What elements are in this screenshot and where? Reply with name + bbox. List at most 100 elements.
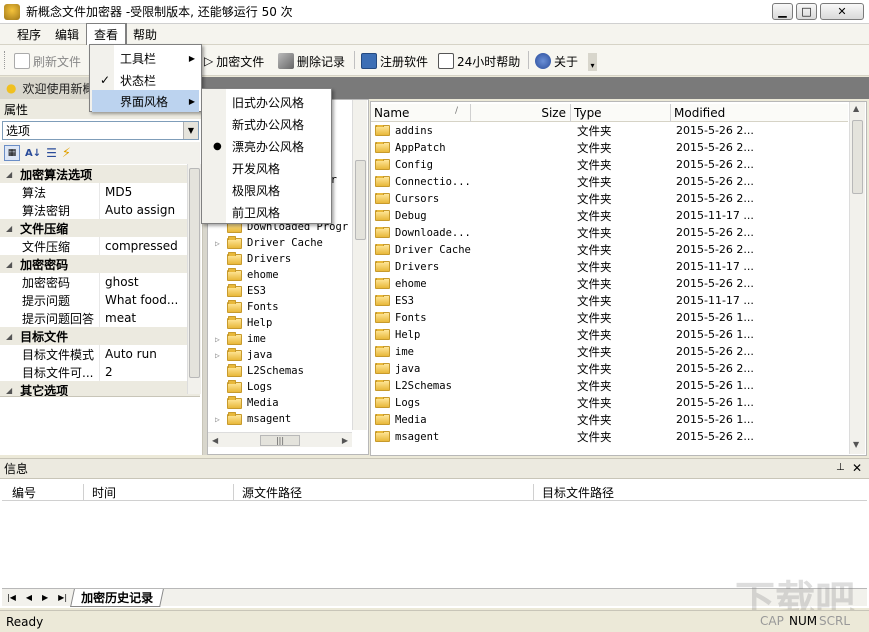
style-item-pretty-office[interactable]: ● 漂亮办公风格 <box>204 135 329 157</box>
scroll-left-icon[interactable]: ◀ <box>212 436 218 445</box>
file-row[interactable]: ES3 文件夹 2015-11-17 ... <box>372 292 850 309</box>
maximize-button[interactable]: □ <box>796 3 817 20</box>
first-page-icon[interactable]: |◀ <box>7 593 16 602</box>
expand-icon[interactable]: ▷ <box>215 239 227 248</box>
info-col-target-path[interactable]: 目标文件路径 <box>534 484 865 500</box>
tree-item[interactable]: ES3 <box>215 283 266 299</box>
property-value[interactable]: ghost <box>100 273 139 291</box>
file-row[interactable]: ehome 文件夹 2015-5-26 2... <box>372 275 850 292</box>
tree-vscrollbar[interactable] <box>352 100 367 430</box>
menu-program[interactable]: 程序 <box>10 24 48 45</box>
tree-item[interactable]: Drivers <box>215 251 291 267</box>
style-item-old-office[interactable]: 旧式办公风格 <box>204 91 329 113</box>
property-value[interactable]: meat <box>100 309 136 327</box>
file-row[interactable]: Downloade... 文件夹 2015-5-26 2... <box>372 224 850 241</box>
file-row[interactable]: Config 文件夹 2015-5-26 2... <box>372 156 850 173</box>
file-row[interactable]: Drivers 文件夹 2015-11-17 ... <box>372 258 850 275</box>
collapse-icon[interactable]: ◢ <box>6 170 12 179</box>
file-row[interactable]: addins 文件夹 2015-5-26 2... <box>372 122 850 139</box>
tree-item[interactable]: Fonts <box>215 299 279 315</box>
register-button[interactable]: 注册软件 <box>361 51 428 71</box>
next-page-icon[interactable]: ▶ <box>42 593 48 602</box>
pin-icon[interactable]: ⊥ <box>836 462 845 473</box>
property-row[interactable]: 算法密钥 Auto assign <box>0 201 200 219</box>
tree-item[interactable]: ▷ msagent <box>215 411 291 427</box>
minimize-button[interactable]: ▁ <box>772 3 793 20</box>
file-row[interactable]: Fonts 文件夹 2015-5-26 1... <box>372 309 850 326</box>
property-row[interactable]: 目标文件模式 Auto run <box>0 345 200 363</box>
tree-item[interactable]: ▷ ime <box>215 331 266 347</box>
property-value[interactable]: MD5 <box>100 183 132 201</box>
delete-record-button[interactable]: 删除记录 <box>278 51 345 71</box>
tree-item[interactable]: Media <box>215 395 279 411</box>
tree-item[interactable]: L2Schemas <box>215 363 304 379</box>
file-row[interactable]: Cursors 文件夹 2015-5-26 2... <box>372 190 850 207</box>
last-page-icon[interactable]: ▶| <box>58 593 67 602</box>
scroll-up-icon[interactable]: ▲ <box>853 104 859 113</box>
menu-item-statusbar[interactable]: ✓ 状态栏 <box>92 69 199 91</box>
style-item-extreme[interactable]: 极限风格 <box>204 179 329 201</box>
chevron-down-icon[interactable]: ▼ <box>183 122 198 139</box>
scroll-right-icon[interactable]: ▶ <box>342 436 348 445</box>
tab-welcome[interactable]: ● 欢迎使用新概 <box>0 77 101 99</box>
collapse-icon[interactable]: ◢ <box>6 386 12 395</box>
file-row[interactable]: Logs 文件夹 2015-5-26 1... <box>372 394 850 411</box>
menu-item-ui-style[interactable]: 界面风格 ▶ <box>92 90 199 112</box>
categorized-icon[interactable]: ▦ <box>4 145 20 161</box>
sort-az-icon[interactable]: A↓ <box>25 148 41 159</box>
file-list-scrollbar[interactable]: ▲ ▼ <box>849 102 865 454</box>
menu-item-toolbar[interactable]: 工具栏 ▶ <box>92 47 199 69</box>
close-icon[interactable]: ✕ <box>852 461 862 475</box>
scroll-down-icon[interactable]: ▼ <box>853 440 859 449</box>
file-row[interactable]: Driver Cache 文件夹 2015-5-26 2... <box>372 241 850 258</box>
property-category[interactable]: ◢ 加密算法选项 <box>0 165 200 183</box>
scroll-thumb-grip-icon[interactable]: ||| <box>260 434 300 446</box>
property-value[interactable]: What food... <box>100 291 178 309</box>
property-value[interactable]: compressed <box>100 237 178 255</box>
file-row[interactable]: AppPatch 文件夹 2015-5-26 2... <box>372 139 850 156</box>
list-icon[interactable]: ☰ <box>46 146 57 160</box>
file-row[interactable]: Help 文件夹 2015-5-26 1... <box>372 326 850 343</box>
style-item-new-office[interactable]: 新式办公风格 <box>204 113 329 135</box>
tab-encryption-history[interactable]: 加密历史记录 <box>70 588 164 607</box>
style-item-developer[interactable]: 开发风格 <box>204 157 329 179</box>
tree-item[interactable]: Logs <box>215 379 272 395</box>
toolbar-overflow-icon[interactable]: ▾ <box>588 53 597 71</box>
properties-scrollbar[interactable] <box>187 164 201 394</box>
help24-button[interactable]: 24小时帮助 <box>438 51 520 71</box>
file-row[interactable]: L2Schemas 文件夹 2015-5-26 1... <box>372 377 850 394</box>
file-row[interactable]: ime 文件夹 2015-5-26 2... <box>372 343 850 360</box>
properties-scroll-thumb[interactable] <box>189 168 200 378</box>
property-row[interactable]: 目标文件可... 2 <box>0 363 200 381</box>
properties-selector[interactable]: 选项 ▼ <box>2 121 199 140</box>
file-row[interactable]: java 文件夹 2015-5-26 2... <box>372 360 850 377</box>
lightning-icon[interactable]: ⚡ <box>62 146 71 161</box>
file-row[interactable]: Debug 文件夹 2015-11-17 ... <box>372 207 850 224</box>
property-value[interactable]: 2 <box>100 363 113 381</box>
column-size[interactable]: Size <box>471 104 571 122</box>
column-type[interactable]: Type <box>571 104 671 122</box>
property-value[interactable]: Auto assign <box>100 201 175 219</box>
tree-item[interactable]: Help <box>215 315 272 331</box>
menu-edit[interactable]: 编辑 <box>48 24 86 45</box>
prev-page-icon[interactable]: ◀ <box>26 593 32 602</box>
info-col-number[interactable]: 编号 <box>4 484 84 500</box>
property-category[interactable]: ◢ 文件压缩 <box>0 219 200 237</box>
info-col-source-path[interactable]: 源文件路径 <box>234 484 534 500</box>
property-row[interactable]: 文件压缩 compressed <box>0 237 200 255</box>
menu-view[interactable]: 查看 <box>86 23 127 45</box>
menu-help[interactable]: 帮助 <box>126 24 164 45</box>
property-category[interactable]: ◢ 加密密码 <box>0 255 200 273</box>
style-item-avant-garde[interactable]: 前卫风格 <box>204 201 329 223</box>
file-row[interactable]: msagent 文件夹 2015-5-26 2... <box>372 428 850 445</box>
collapse-icon[interactable]: ◢ <box>6 224 12 233</box>
tree-item[interactable]: ehome <box>215 267 279 283</box>
refresh-button[interactable]: 刷新文件 <box>14 51 81 71</box>
info-col-time[interactable]: 时间 <box>84 484 234 500</box>
property-category[interactable]: ◢ 目标文件 <box>0 327 200 345</box>
tree-item[interactable]: ▷ java <box>215 347 272 363</box>
file-list-scroll-thumb[interactable] <box>852 120 863 194</box>
expand-icon[interactable]: ▷ <box>215 335 227 344</box>
about-button[interactable]: 关于 <box>535 51 578 71</box>
expand-icon[interactable]: ▷ <box>215 351 227 360</box>
